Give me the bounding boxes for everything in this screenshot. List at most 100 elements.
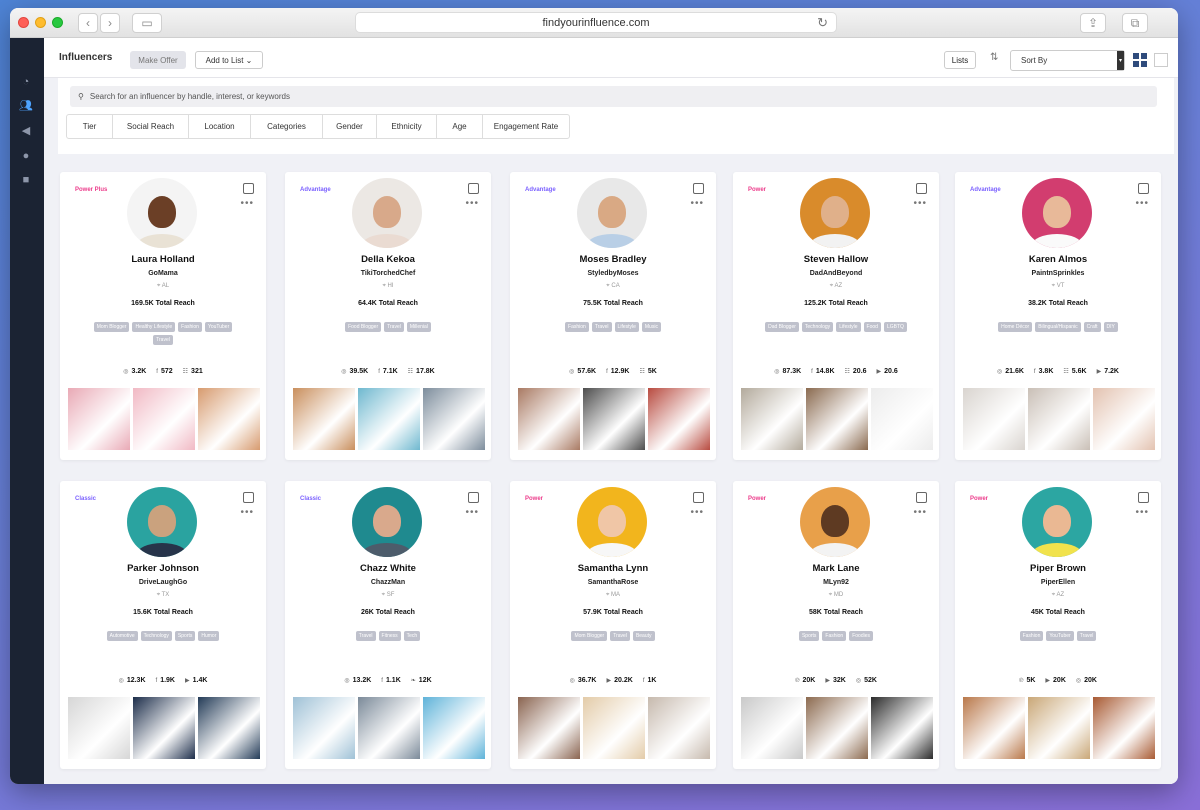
- influencer-card[interactable]: Advantage ••• Della Kekoa TikiTorchedChef ⌖ …: [285, 172, 491, 460]
- content-thumbnail[interactable]: [806, 388, 868, 450]
- influencer-name[interactable]: Piper Brown: [955, 563, 1161, 574]
- influencer-name[interactable]: Samantha Lynn: [510, 563, 716, 574]
- influencer-card[interactable]: Power ••• Samantha Lynn SamanthaRose ⌖ MA 57.…: [510, 481, 716, 769]
- more-options-icon[interactable]: •••: [1135, 508, 1149, 518]
- select-checkbox[interactable]: [1138, 492, 1149, 503]
- search-input[interactable]: ⚲ Search for an influencer by handle, in…: [70, 86, 1157, 107]
- share-icon[interactable]: ⇪: [1080, 13, 1106, 33]
- close-window-button[interactable]: [18, 17, 29, 28]
- content-thumbnail[interactable]: [806, 697, 868, 759]
- avatar[interactable]: [127, 178, 197, 248]
- avatar[interactable]: [577, 487, 647, 557]
- influencer-card[interactable]: Power ••• Steven Hallow DadAndBeyond ⌖ AZ 125…: [733, 172, 939, 460]
- tabs-icon[interactable]: ⧉: [1122, 13, 1148, 33]
- content-thumbnail[interactable]: [518, 388, 580, 450]
- dashboard-icon[interactable]: ◔: [19, 76, 33, 88]
- reports-icon[interactable]: ■: [19, 174, 33, 186]
- maximize-window-button[interactable]: [52, 17, 63, 28]
- avatar[interactable]: [1022, 487, 1092, 557]
- content-thumbnail[interactable]: [871, 388, 933, 450]
- select-checkbox[interactable]: [468, 183, 479, 194]
- content-thumbnail[interactable]: [741, 697, 803, 759]
- select-checkbox[interactable]: [468, 492, 479, 503]
- filter-location[interactable]: Location: [189, 115, 251, 138]
- content-thumbnail[interactable]: [198, 388, 260, 450]
- filter-engagement-rate[interactable]: Engagement Rate: [483, 115, 569, 138]
- avatar[interactable]: [577, 178, 647, 248]
- sidebar-toggle-icon[interactable]: ▭: [132, 13, 162, 33]
- lists-button[interactable]: Lists: [944, 51, 976, 69]
- influencer-card[interactable]: Power Plus ••• Laura Holland GoMama ⌖ AL 169.…: [60, 172, 266, 460]
- select-checkbox[interactable]: [916, 492, 927, 503]
- influencer-card[interactable]: Advantage ••• Karen Almos PaintnSprinkles ⌖ …: [955, 172, 1161, 460]
- avatar[interactable]: [1022, 178, 1092, 248]
- back-arrow-icon[interactable]: ‹: [78, 13, 98, 33]
- content-thumbnail[interactable]: [518, 697, 580, 759]
- content-thumbnail[interactable]: [648, 388, 710, 450]
- content-thumbnail[interactable]: [358, 388, 420, 450]
- forward-arrow-icon[interactable]: ›: [100, 13, 120, 33]
- influencer-card[interactable]: Classic ••• Chazz White ChazzMan ⌖ SF 26K Tot…: [285, 481, 491, 769]
- content-thumbnail[interactable]: [133, 388, 195, 450]
- content-thumbnail[interactable]: [963, 388, 1025, 450]
- more-options-icon[interactable]: •••: [690, 508, 704, 518]
- content-thumbnail[interactable]: [293, 388, 355, 450]
- avatar[interactable]: [800, 178, 870, 248]
- make-offer-button[interactable]: Make Offer: [130, 51, 186, 69]
- select-checkbox[interactable]: [693, 492, 704, 503]
- influencer-card[interactable]: Classic ••• Parker Johnson DriveLaughGo ⌖ TX…: [60, 481, 266, 769]
- content-thumbnail[interactable]: [648, 697, 710, 759]
- influencer-name[interactable]: Mark Lane: [733, 563, 939, 574]
- grid-view-icon[interactable]: [1133, 53, 1147, 67]
- content-thumbnail[interactable]: [198, 697, 260, 759]
- influencer-name[interactable]: Parker Johnson: [60, 563, 266, 574]
- content-thumbnail[interactable]: [358, 697, 420, 759]
- filter-social-reach[interactable]: Social Reach: [113, 115, 189, 138]
- select-checkbox[interactable]: [243, 492, 254, 503]
- content-thumbnail[interactable]: [1093, 388, 1155, 450]
- filter-categories[interactable]: Categories: [251, 115, 323, 138]
- content-thumbnail[interactable]: [583, 697, 645, 759]
- avatar[interactable]: [352, 487, 422, 557]
- content-thumbnail[interactable]: [423, 697, 485, 759]
- more-options-icon[interactable]: •••: [465, 508, 479, 518]
- influencer-name[interactable]: Karen Almos: [955, 254, 1161, 265]
- filter-gender[interactable]: Gender: [323, 115, 377, 138]
- minimize-window-button[interactable]: [35, 17, 46, 28]
- reload-icon[interactable]: ↻: [817, 15, 828, 31]
- content-thumbnail[interactable]: [68, 388, 130, 450]
- filter-tier[interactable]: Tier: [67, 115, 113, 138]
- content-thumbnail[interactable]: [423, 388, 485, 450]
- select-checkbox[interactable]: [1138, 183, 1149, 194]
- avatar[interactable]: [127, 487, 197, 557]
- more-options-icon[interactable]: •••: [1135, 199, 1149, 209]
- content-thumbnail[interactable]: [741, 388, 803, 450]
- content-thumbnail[interactable]: [68, 697, 130, 759]
- select-checkbox[interactable]: [916, 183, 927, 194]
- more-options-icon[interactable]: •••: [913, 199, 927, 209]
- content-thumbnail[interactable]: [963, 697, 1025, 759]
- influencer-card[interactable]: Power ••• Mark Lane MLyn92 ⌖ MD 58K Total Rea…: [733, 481, 939, 769]
- messages-icon[interactable]: ●: [19, 150, 33, 162]
- filter-age[interactable]: Age: [437, 115, 483, 138]
- more-options-icon[interactable]: •••: [913, 508, 927, 518]
- filter-ethnicity[interactable]: Ethnicity: [377, 115, 437, 138]
- list-view-icon[interactable]: [1154, 53, 1168, 67]
- influencer-name[interactable]: Laura Holland: [60, 254, 266, 265]
- influencer-name[interactable]: Della Kekoa: [285, 254, 491, 265]
- avatar[interactable]: [800, 487, 870, 557]
- more-options-icon[interactable]: •••: [240, 508, 254, 518]
- sort-by-select[interactable]: Sort By ▾: [1010, 50, 1125, 71]
- influencer-name[interactable]: Moses Bradley: [510, 254, 716, 265]
- content-thumbnail[interactable]: [1028, 697, 1090, 759]
- select-checkbox[interactable]: [693, 183, 704, 194]
- add-to-list-button[interactable]: Add to List ⌄: [195, 51, 263, 69]
- select-checkbox[interactable]: [243, 183, 254, 194]
- content-thumbnail[interactable]: [1093, 697, 1155, 759]
- influencer-card[interactable]: Advantage ••• Moses Bradley StyledbyMoses ⌖ …: [510, 172, 716, 460]
- content-thumbnail[interactable]: [871, 697, 933, 759]
- campaigns-megaphone-icon[interactable]: ◀: [19, 125, 33, 137]
- content-thumbnail[interactable]: [133, 697, 195, 759]
- influencers-icon[interactable]: 👥︎: [19, 100, 33, 112]
- content-thumbnail[interactable]: [583, 388, 645, 450]
